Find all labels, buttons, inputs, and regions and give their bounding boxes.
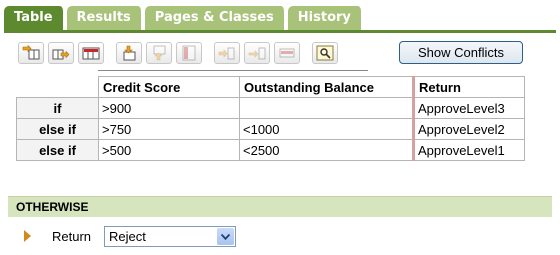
delete-row-icon	[182, 45, 196, 61]
chevron-down-icon	[221, 233, 230, 240]
column-header-outstanding-balance[interactable]: Outstanding Balance	[239, 76, 414, 98]
otherwise-return-value: Reject	[109, 229, 146, 244]
delete-row-button[interactable]	[176, 42, 202, 64]
move-column-left-icon	[218, 47, 235, 60]
insert-row-after-icon	[153, 45, 166, 61]
toolbar-divider	[98, 70, 368, 71]
properties-button[interactable]	[312, 42, 338, 64]
move-column-left-button[interactable]	[214, 42, 240, 64]
row-condition: else if	[16, 139, 99, 161]
outstanding-balance-cell[interactable]	[239, 97, 414, 119]
tab-history[interactable]: History	[287, 6, 363, 30]
insert-column-after-icon	[52, 49, 70, 60]
tab-underline	[4, 30, 556, 33]
dropdown-button[interactable]	[217, 228, 234, 245]
expand-arrow-icon[interactable]	[24, 230, 31, 242]
otherwise-return-label: Return	[52, 229, 92, 244]
return-cell[interactable]: ApproveLevel2	[412, 118, 525, 140]
move-column-right-icon	[248, 47, 266, 60]
return-cell[interactable]: ApproveLevel3	[412, 97, 525, 119]
tab-table[interactable]: Table	[4, 6, 65, 30]
credit-score-cell[interactable]: >500	[98, 139, 240, 161]
table-row: else if >750 <1000 ApproveLevel2	[16, 118, 525, 140]
column-header-return[interactable]: Return	[412, 76, 525, 98]
row-condition: else if	[16, 118, 99, 140]
otherwise-section-header: OTHERWISE	[8, 196, 552, 217]
insert-column-before-button[interactable]	[18, 42, 44, 64]
outstanding-balance-cell[interactable]: <1000	[239, 118, 414, 140]
credit-score-cell[interactable]: >750	[98, 118, 240, 140]
insert-row-before-button[interactable]	[116, 42, 142, 64]
table-header-row: Credit Score Outstanding Balance Return	[16, 76, 525, 98]
merge-icon	[279, 48, 295, 58]
header-corner	[16, 76, 99, 98]
return-cell[interactable]: ApproveLevel1	[412, 139, 525, 161]
insert-column-before-icon	[22, 45, 40, 60]
tab-results[interactable]: Results	[66, 6, 143, 30]
insert-column-after-button[interactable]	[48, 42, 74, 64]
otherwise-return-select[interactable]: Reject	[104, 226, 236, 247]
outstanding-balance-cell[interactable]: <2500	[239, 139, 414, 161]
toolbar	[18, 40, 342, 66]
tab-bar: Table Results Pages & Classes History	[4, 6, 365, 30]
tab-pages-classes[interactable]: Pages & Classes	[144, 6, 286, 30]
delete-column-icon	[82, 47, 100, 60]
table-row: else if >500 <2500 ApproveLevel1	[16, 139, 525, 161]
show-conflicts-button[interactable]: Show Conflicts	[399, 41, 523, 64]
delete-column-button[interactable]	[78, 42, 104, 64]
credit-score-cell[interactable]: >900	[98, 97, 240, 119]
properties-icon	[316, 45, 334, 61]
merge-button[interactable]	[274, 42, 300, 64]
move-column-right-button[interactable]	[244, 42, 270, 64]
column-header-credit-score[interactable]: Credit Score	[98, 76, 240, 98]
insert-row-after-button[interactable]	[146, 42, 172, 64]
insert-row-before-icon	[123, 45, 136, 61]
table-row: if >900 ApproveLevel3	[16, 97, 525, 119]
decision-table: Credit Score Outstanding Balance Return …	[16, 76, 525, 161]
row-condition: if	[16, 97, 99, 119]
